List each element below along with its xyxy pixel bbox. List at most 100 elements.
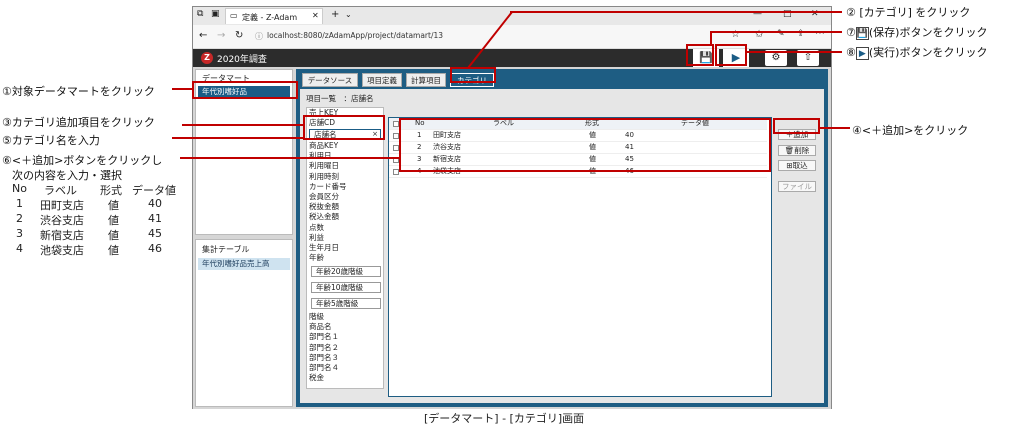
tab-datasource[interactable]: データソース: [302, 73, 358, 87]
list-item[interactable]: 部門名４: [307, 363, 383, 373]
save-icon: 💾: [855, 27, 869, 40]
callout-2: ② [カテゴリ] をクリック: [846, 6, 971, 19]
new-tab-icon[interactable]: +: [331, 9, 339, 20]
list-item[interactable]: 利用時刻: [307, 172, 383, 182]
instr-cell: 3: [16, 227, 23, 240]
callout-line: [172, 88, 192, 90]
instr-header-label: ラベル: [44, 184, 77, 197]
callout-line: [180, 157, 399, 159]
browser-tab[interactable]: ▭ 定義 - Z-Adam ✕: [225, 8, 323, 24]
callout-1: ①対象データマートをクリック: [2, 85, 155, 98]
instr-cell: 41: [148, 212, 162, 225]
item-list-rest: 商品KEY 利用日 利用曜日 利用時刻 カード番号 会員区分 税抜金額 税込金額…: [307, 141, 383, 263]
tab-title: 定義 - Z-Adam: [242, 13, 298, 22]
list-item[interactable]: 税込金額: [307, 212, 383, 222]
highlight-run-button: [715, 44, 747, 66]
summary-table-header: 集計テーブル: [202, 245, 250, 254]
instr-header-value: データ値: [132, 184, 176, 197]
callout-line: [745, 51, 842, 53]
window-menu-icon[interactable]: ⧉: [197, 9, 203, 19]
instr-cell: 45: [148, 227, 162, 240]
list-item[interactable]: 年齢: [307, 253, 383, 263]
list-item[interactable]: 部門名１: [307, 332, 383, 342]
tab-calculated-item[interactable]: 計算項目: [406, 73, 446, 87]
instr-cell: 新宿支店: [40, 229, 84, 242]
callout-7-text: (保存)ボタンをクリック: [868, 26, 988, 39]
callout-7-num: ⑦: [846, 26, 856, 39]
page-icon: ▭: [230, 11, 238, 20]
highlight-grid-rows: [399, 118, 771, 172]
instr-cell: 値: [108, 244, 119, 257]
callout-line: [182, 124, 303, 126]
callout-3: ③カテゴリ追加項目をクリック: [2, 116, 155, 129]
callout-4: ④<＋追加>をクリック: [852, 124, 969, 137]
forward-icon[interactable]: →: [217, 30, 225, 41]
figure-caption: [データマート] - [カテゴリ]画面: [424, 412, 585, 425]
delete-button[interactable]: 🗑削除: [778, 145, 816, 156]
list-item[interactable]: 税抜金額: [307, 202, 383, 212]
url-field[interactable]: localhost:8080/zAdamApp/project/datamart…: [267, 31, 443, 40]
list-item[interactable]: 商品KEY: [307, 141, 383, 151]
sub-item[interactable]: 年齢20歳階級: [311, 266, 381, 277]
trash-icon: 🗑: [784, 146, 795, 155]
instr-cell: 2: [16, 212, 23, 225]
instr-cell: 渋谷支店: [40, 214, 84, 227]
callout-line: [510, 11, 842, 13]
callout-8-num: ⑧: [846, 46, 856, 59]
list-item[interactable]: 商品名: [307, 322, 383, 332]
instr-cell: 値: [108, 229, 119, 242]
highlight-add-button: [773, 118, 820, 134]
highlight-datamart-item: [192, 81, 298, 99]
callout-7: ⑦💾(保存)ボタンをクリック: [846, 24, 987, 40]
reload-icon[interactable]: ↻: [235, 30, 243, 41]
tabs-icon[interactable]: ▣: [211, 9, 220, 19]
info-icon: ⓘ: [255, 32, 263, 41]
list-item[interactable]: 税金: [307, 373, 383, 383]
sub-item[interactable]: 年齢10歳階級: [311, 282, 381, 293]
instr-cell: 46: [148, 242, 162, 255]
callout-6a: ⑥<＋追加>ボタンをクリックし: [2, 154, 163, 167]
instr-cell: 40: [148, 197, 162, 210]
instr-header-no: No: [12, 182, 27, 195]
item-list-header: 項目一覧 ：店舗名: [306, 94, 374, 103]
item-list-tail: 階級 商品名 部門名１ 部門名２ 部門名３ 部門名４ 税金: [307, 312, 383, 383]
list-item[interactable]: 階級: [307, 312, 383, 322]
tab-item-definition[interactable]: 項目定義: [362, 73, 402, 87]
list-item[interactable]: 会員区分: [307, 192, 383, 202]
list-item[interactable]: 部門名３: [307, 353, 383, 363]
app-logo-icon: Z: [201, 52, 213, 64]
tab-bar: データソース 項目定義 計算項目 カテゴリ: [302, 73, 822, 87]
callout-diagonal: [467, 11, 513, 69]
list-item[interactable]: 点数: [307, 223, 383, 233]
import-button[interactable]: ⊞取込: [778, 160, 816, 171]
callout-line: [820, 127, 850, 129]
app-title: 2020年調査: [217, 55, 267, 65]
list-item[interactable]: 利益: [307, 233, 383, 243]
play-icon: ▶: [855, 47, 869, 60]
back-icon[interactable]: ←: [199, 30, 207, 41]
sub-item[interactable]: 年齢5歳階級: [311, 298, 381, 309]
chevron-down-icon[interactable]: ⌄: [345, 10, 352, 19]
more-icon[interactable]: ⋯: [815, 28, 825, 39]
callout-line: [710, 31, 842, 33]
close-tab-icon[interactable]: ✕: [312, 11, 319, 20]
instr-header-type: 形式: [100, 184, 122, 197]
list-item[interactable]: 部門名２: [307, 343, 383, 353]
instr-cell: 値: [108, 199, 119, 212]
summary-table-panel: 集計テーブル 年代別嗜好品売上高: [195, 239, 293, 407]
callout-6b: 次の内容を入力・選択: [12, 169, 122, 182]
import-button-label: 取込: [792, 161, 808, 170]
list-item[interactable]: 生年月日: [307, 243, 383, 253]
list-item[interactable]: カード番号: [307, 182, 383, 192]
instruction-table: No ラベル 形式 データ値 1 田町支店 値 40 2 渋谷支店 値 41 3…: [12, 182, 182, 258]
instr-cell: 池袋支店: [40, 244, 84, 257]
highlight-store-input: [303, 115, 385, 140]
list-item[interactable]: 利用曜日: [307, 161, 383, 171]
callout-8: ⑧ ▶ (実行)ボタンをクリック: [846, 44, 987, 60]
summary-table-item[interactable]: 年代別嗜好品売上高: [198, 258, 290, 270]
delete-button-label: 削除: [794, 146, 810, 155]
instr-cell: 田町支店: [40, 199, 84, 212]
file-button[interactable]: ファイル: [778, 181, 816, 192]
instr-cell: 4: [16, 242, 23, 255]
callout-line: [172, 137, 303, 139]
